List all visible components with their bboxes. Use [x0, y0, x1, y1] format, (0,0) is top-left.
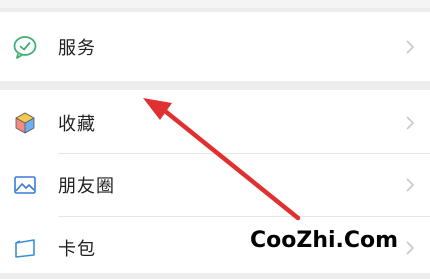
watermark-text: CooZhi.Com: [250, 228, 399, 253]
menu-item-cards-label: 卡包: [58, 239, 96, 260]
menu-item-favorites-label: 收藏: [58, 114, 96, 135]
chevron-right-icon: [406, 40, 415, 54]
service-section: 服务: [0, 12, 430, 81]
menu-item-moments[interactable]: 朋友圈: [0, 154, 430, 216]
top-strip: [0, 0, 430, 8]
menu-item-favorites[interactable]: 收藏: [0, 92, 430, 154]
favorites-cube-icon: [15, 112, 35, 134]
menu-item-moments-label: 朋友圈: [58, 176, 115, 197]
menu-item-service-label: 服务: [58, 38, 96, 59]
card-wallet-icon: [15, 239, 35, 258]
chevron-right-icon: [406, 116, 415, 130]
chevron-right-icon: [406, 241, 415, 255]
menu-item-service[interactable]: 服务: [0, 16, 430, 78]
service-check-icon: [13, 36, 37, 59]
chevron-right-icon: [406, 178, 415, 192]
moments-picture-icon: [14, 176, 36, 194]
